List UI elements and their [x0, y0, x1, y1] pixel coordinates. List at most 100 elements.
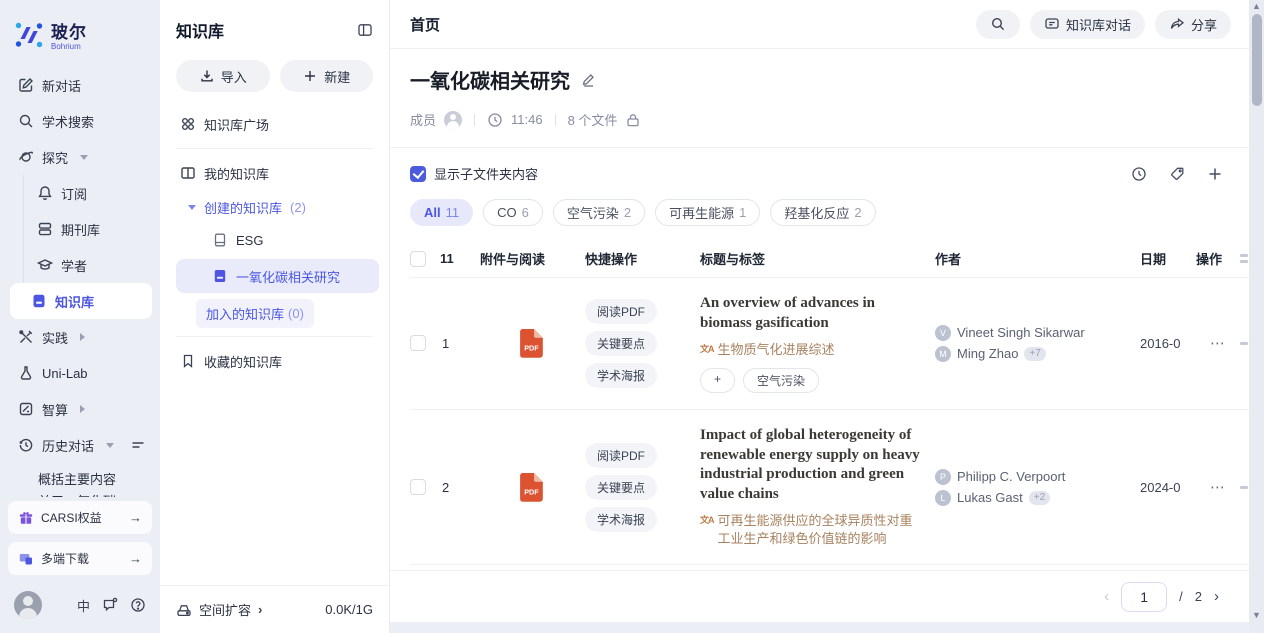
- scroll-down-arrow[interactable]: ▼: [1249, 610, 1264, 620]
- sidebar-item-uni-lab[interactable]: Uni-Lab: [0, 355, 160, 391]
- quick-actions: 阅读PDF 关键要点学术海报: [585, 299, 700, 388]
- author-entry[interactable]: VVineet Singh Sikarwar: [935, 325, 1134, 341]
- author-avatar: L: [935, 490, 951, 506]
- kb-item-esg[interactable]: ESG: [160, 223, 389, 257]
- sidebar-item-new-chat[interactable]: 新对话: [0, 67, 160, 103]
- feedback-chat-icon[interactable]: [102, 597, 118, 613]
- row-more-button[interactable]: ⋯: [1196, 478, 1240, 496]
- sidebar-item-scholars[interactable]: 学者: [24, 247, 160, 283]
- show-subfolders-checkbox[interactable]: [410, 166, 426, 182]
- col-quick-actions: 快捷操作: [585, 249, 700, 268]
- brand-logo[interactable]: 玻尔 Bohrium: [0, 14, 160, 61]
- history-item-co[interactable]: 关于一氧化碳: [0, 493, 160, 497]
- table-row[interactable]: 2 PDF 阅读PDF关键要点学术海报 Impact of global het…: [410, 410, 1249, 566]
- add-file-icon[interactable]: [1207, 166, 1223, 182]
- tag-icon[interactable]: [1169, 166, 1185, 182]
- history-item-label: 关于一氧化碳: [38, 493, 116, 497]
- help-icon[interactable]: [130, 597, 146, 613]
- main-content: 首页 知识库对话 分享 一氧化碳相关研究 成: [390, 0, 1249, 633]
- more-authors-badge[interactable]: +7: [1024, 347, 1045, 361]
- prev-page-button[interactable]: ‹: [1104, 588, 1109, 605]
- history-item-summary[interactable]: 概括主要内容: [0, 463, 160, 493]
- author-entry[interactable]: LLukas Gast+2: [935, 490, 1134, 506]
- kb-plaza-item[interactable]: 知识库广场: [160, 106, 389, 142]
- pagination: ‹ 1 / 2 ›: [390, 570, 1249, 622]
- col-authors: 作者: [935, 249, 1140, 268]
- more-authors-badge[interactable]: +2: [1029, 491, 1050, 505]
- filter-pill-All[interactable]: All11: [410, 199, 473, 226]
- doc-title[interactable]: An overview of advances in biomass gasif…: [700, 294, 921, 334]
- next-page-button[interactable]: ›: [1214, 588, 1219, 605]
- doc-date: 2016-0: [1140, 336, 1196, 351]
- kb-chat-button[interactable]: 知识库对话: [1030, 10, 1145, 39]
- quick-action-关键要点[interactable]: 关键要点: [585, 331, 657, 356]
- author-name: Vineet Singh Sikarwar: [957, 325, 1085, 340]
- col-count: 11: [440, 251, 480, 266]
- joined-kb-group[interactable]: 加入的知识库 (0): [196, 299, 314, 328]
- sidebar-item-academic-search[interactable]: 学术搜索: [0, 103, 160, 139]
- new-kb-button[interactable]: 新建: [280, 60, 374, 92]
- quick-action-关键要点[interactable]: 关键要点: [585, 475, 657, 500]
- sort-by-time-icon[interactable]: [1131, 166, 1147, 182]
- language-toggle[interactable]: 中: [77, 596, 90, 615]
- filter-pill-CO[interactable]: CO6: [483, 199, 543, 226]
- my-kb-item[interactable]: 我的知识库: [160, 155, 389, 191]
- search-button[interactable]: [976, 10, 1020, 39]
- page-input[interactable]: 1: [1121, 582, 1167, 612]
- quick-action-阅读PDF[interactable]: 阅读PDF: [585, 443, 657, 468]
- author-entry[interactable]: PPhilipp C. Verpoort: [935, 469, 1134, 485]
- table-row[interactable]: 1 PDF 阅读PDF关键要点学术海报 An overview of advan…: [410, 278, 1249, 410]
- filter-pill-可再生能源[interactable]: 可再生能源1: [655, 199, 760, 226]
- tools-icon: [18, 329, 34, 345]
- favorite-kb-item[interactable]: 收藏的知识库: [160, 343, 389, 379]
- main-topbar: 首页 知识库对话 分享: [390, 0, 1249, 49]
- kb-item-co-research[interactable]: 一氧化碳相关研究: [176, 259, 379, 293]
- list-menu-icon[interactable]: [130, 437, 146, 453]
- devices-icon: [18, 551, 34, 567]
- sidebar-item-knowledge-base[interactable]: 知识库: [10, 283, 152, 319]
- doc-subtitle-text: 生物质气化进展综述: [718, 341, 835, 359]
- download-icon: [199, 68, 215, 84]
- table-body: 1 PDF 阅读PDF关键要点学术海报 An overview of advan…: [410, 278, 1249, 565]
- quick-action-学术海报[interactable]: 学术海报: [585, 507, 657, 532]
- user-avatar[interactable]: [14, 591, 42, 619]
- scroll-up-arrow[interactable]: ▲: [1249, 1, 1264, 11]
- row-more-button[interactable]: ⋯: [1196, 334, 1240, 352]
- sidebar-item-journals[interactable]: 期刊库: [24, 211, 160, 247]
- edit-title-icon[interactable]: [580, 72, 596, 88]
- sidebar-item-history[interactable]: 历史对话: [0, 427, 160, 463]
- row-checkbox[interactable]: [410, 335, 426, 351]
- sidebar-item-practice[interactable]: 实践: [0, 319, 160, 355]
- filter-pill-羟基化反应[interactable]: 羟基化反应2: [770, 199, 875, 226]
- tag-pill-空气污染[interactable]: 空气污染: [743, 368, 819, 393]
- created-kb-group[interactable]: 创建的知识库 (2): [160, 191, 389, 223]
- doc-title[interactable]: Impact of global heterogeneity of renewa…: [700, 426, 921, 505]
- scrollbar-thumb[interactable]: [1252, 14, 1262, 106]
- share-button[interactable]: 分享: [1155, 10, 1231, 39]
- collapse-panel-icon[interactable]: [357, 22, 373, 38]
- history-item-label: 概括主要内容: [38, 469, 116, 488]
- notebook-icon: [212, 232, 228, 248]
- row-checkbox[interactable]: [410, 479, 426, 495]
- select-all-checkbox[interactable]: [410, 251, 426, 267]
- pdf-file-icon[interactable]: PDF: [519, 472, 546, 503]
- author-entry[interactable]: MMing Zhao+7: [935, 346, 1134, 362]
- quick-action-学术海报[interactable]: 学术海报: [585, 363, 657, 388]
- carsi-benefits-banner[interactable]: CARSI权益 →: [8, 501, 152, 534]
- member-avatar[interactable]: [444, 111, 462, 129]
- sidebar-item-label: Uni-Lab: [42, 366, 88, 381]
- horizontal-scrollbar[interactable]: [390, 622, 1249, 633]
- clock-icon: [487, 112, 503, 128]
- quick-action-阅读PDF[interactable]: 阅读PDF: [585, 299, 657, 324]
- import-button[interactable]: 导入: [176, 60, 270, 92]
- storage-expand-link[interactable]: 空间扩容: [199, 600, 251, 619]
- vertical-scrollbar[interactable]: ▲ ▼: [1249, 0, 1264, 633]
- multi-device-download-banner[interactable]: 多端下载 →: [8, 542, 152, 575]
- breadcrumb[interactable]: 首页: [410, 14, 440, 35]
- sidebar-item-explore[interactable]: 探究: [0, 139, 160, 175]
- sidebar-item-ai-compute[interactable]: 智算: [0, 391, 160, 427]
- add-tag-button[interactable]: +: [700, 368, 735, 393]
- pdf-file-icon[interactable]: PDF: [519, 328, 546, 359]
- filter-pill-空气污染[interactable]: 空气污染2: [553, 199, 645, 226]
- sidebar-item-subscriptions[interactable]: 订阅: [24, 175, 160, 211]
